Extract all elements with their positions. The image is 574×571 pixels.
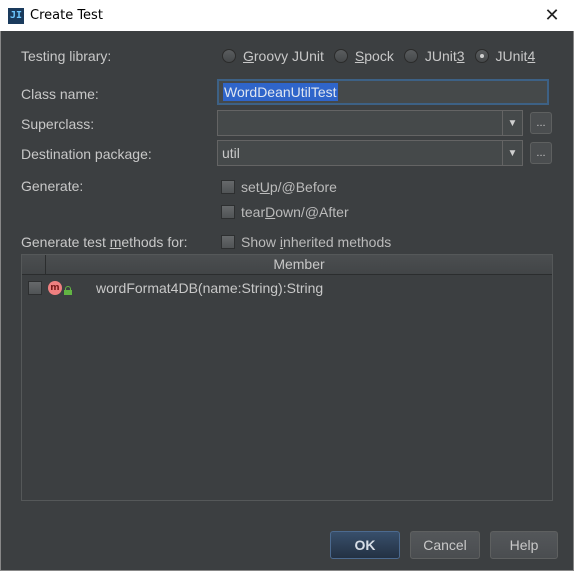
- table-header: Member: [22, 255, 552, 275]
- destination-package-browse-button[interactable]: ...: [530, 142, 552, 164]
- radio-spock[interactable]: Spock: [333, 48, 394, 64]
- radio-button-icon[interactable]: [333, 49, 348, 63]
- radio-label: JUnit3: [424, 48, 465, 64]
- destination-package-input[interactable]: util: [217, 140, 503, 166]
- radio-junit3[interactable]: JUnit3: [403, 48, 465, 64]
- show-inherited-checkbox[interactable]: [221, 235, 235, 249]
- superclass-dropdown-arrow[interactable]: ▼: [502, 110, 523, 136]
- table-row[interactable]: m wordFormat4DB(name:String):String: [22, 277, 552, 299]
- radio-button-icon[interactable]: [222, 49, 236, 63]
- superclass-label: Superclass:: [21, 116, 95, 132]
- title-bar: JI Create Test ✕: [0, 0, 574, 31]
- testing-library-radio-group: Groovy JUnit Spock JUnit3 JUnit4: [222, 48, 535, 64]
- member-checkbox[interactable]: [28, 281, 42, 295]
- setup-checkbox-label: setUp/@Before: [241, 179, 337, 195]
- destination-package-dropdown-arrow[interactable]: ▼: [502, 140, 523, 166]
- help-button[interactable]: Help: [490, 531, 558, 559]
- teardown-checkbox-label: tearDown/@After: [241, 204, 349, 220]
- radio-junit4[interactable]: JUnit4: [474, 48, 536, 64]
- show-inherited-label: Show inherited methods: [241, 234, 392, 250]
- generate-methods-label: Generate test methods for:: [21, 234, 188, 250]
- teardown-checkbox-row[interactable]: tearDown/@After: [221, 204, 349, 220]
- destination-package-value: util: [222, 145, 240, 161]
- intellij-app-icon: JI: [8, 7, 24, 24]
- close-icon[interactable]: ✕: [530, 0, 574, 31]
- superclass-browse-button[interactable]: ...: [530, 112, 552, 134]
- destination-package-label: Destination package:: [21, 146, 152, 162]
- radio-label: Groovy JUnit: [243, 48, 324, 64]
- header-checkbox-column[interactable]: [22, 255, 46, 274]
- show-inherited-checkbox-row[interactable]: Show inherited methods: [221, 234, 391, 250]
- window-border-left: [0, 31, 1, 571]
- member-column-header[interactable]: Member: [46, 255, 552, 274]
- radio-label: Spock: [354, 48, 394, 64]
- cancel-button[interactable]: Cancel: [410, 531, 480, 559]
- class-name-label: Class name:: [21, 86, 99, 102]
- class-name-value: WordDeanUtilTest: [223, 83, 338, 101]
- radio-button-selected-icon[interactable]: [474, 49, 489, 63]
- method-signature: wordFormat4DB(name:String):String: [96, 280, 324, 296]
- class-name-input[interactable]: WordDeanUtilTest: [217, 79, 549, 105]
- teardown-checkbox[interactable]: [221, 205, 235, 219]
- radio-button-icon[interactable]: [403, 49, 418, 63]
- radio-label: JUnit4: [495, 48, 536, 64]
- superclass-input[interactable]: [217, 110, 503, 136]
- window-title: Create Test: [30, 8, 103, 23]
- radio-groovy-junit[interactable]: Groovy JUnit: [222, 48, 324, 64]
- generate-label: Generate:: [21, 178, 84, 194]
- ok-button[interactable]: OK: [330, 531, 400, 559]
- testing-library-label: Testing library:: [21, 48, 112, 64]
- members-table: Member m wordFormat4DB(name:String):Stri…: [21, 254, 553, 501]
- public-lock-icon: [64, 285, 72, 295]
- method-icon: m: [48, 281, 62, 295]
- setup-checkbox-row[interactable]: setUp/@Before: [221, 179, 337, 195]
- setup-checkbox[interactable]: [221, 180, 235, 194]
